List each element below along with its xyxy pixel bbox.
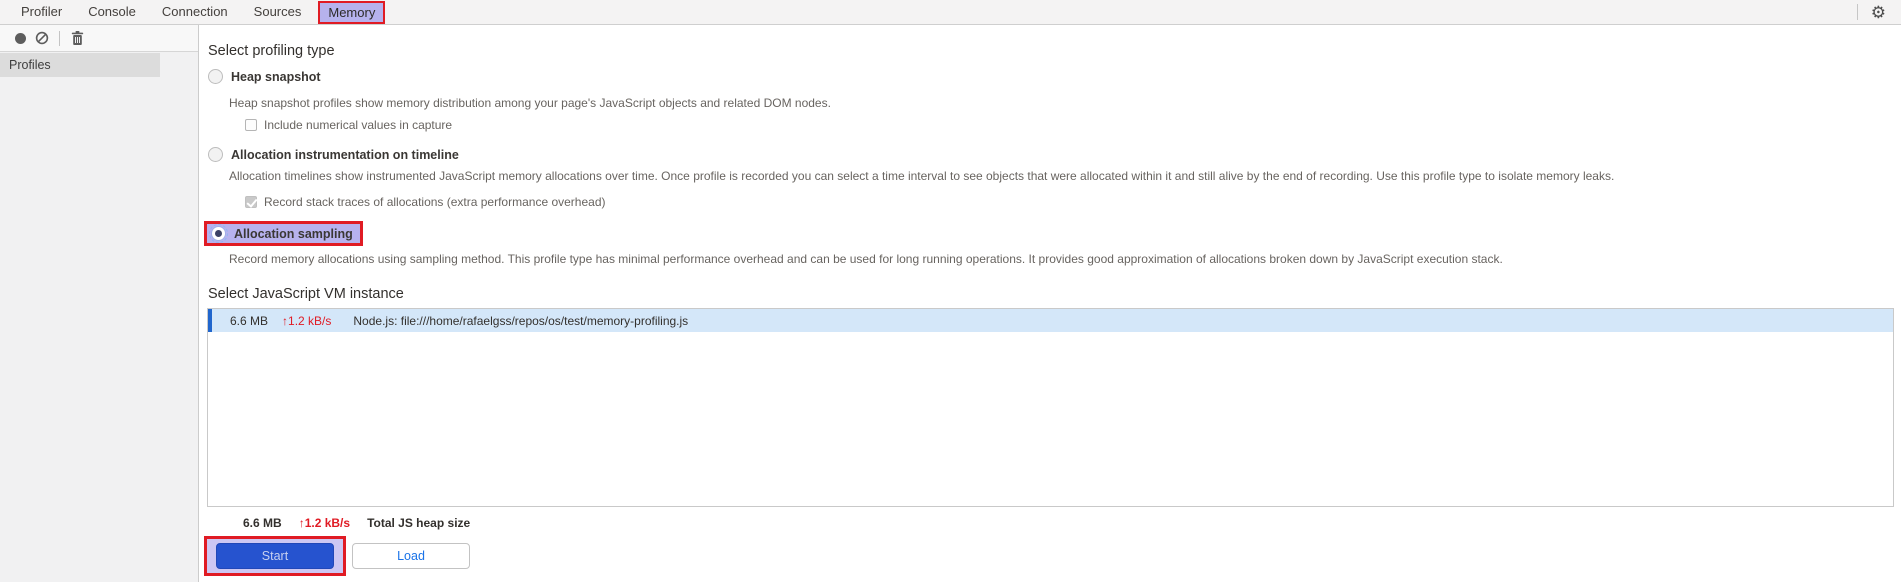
tab-bar: Profiler Console Connection Sources Memo… bbox=[0, 0, 1901, 25]
heap-summary: 6.6 MB ↑1.2 kB/s Total JS heap size bbox=[243, 516, 470, 530]
tab-profiler[interactable]: Profiler bbox=[8, 0, 75, 24]
total-allocation-rate-value: ↑1.2 kB/s bbox=[298, 516, 351, 530]
start-button-annotation: Start bbox=[204, 536, 346, 576]
profiling-type-heading: Select profiling type bbox=[208, 43, 335, 59]
radio-checked-icon[interactable] bbox=[209, 224, 228, 243]
tab-sources[interactable]: Sources bbox=[241, 0, 315, 24]
heap-snapshot-description: Heap snapshot profiles show memory distr… bbox=[229, 96, 831, 110]
toolbar-divider bbox=[1856, 4, 1858, 20]
profiles-toolbar bbox=[0, 25, 198, 52]
block-icon bbox=[35, 31, 49, 45]
heap-size-value: 6.6 MB bbox=[230, 313, 269, 328]
record-button[interactable] bbox=[9, 27, 31, 49]
toolbar-divider bbox=[59, 30, 60, 46]
vm-instance-name: Node.js: file:///home/rafaelgss/repos/os… bbox=[353, 313, 689, 328]
radio-heap-snapshot[interactable]: Heap snapshot bbox=[208, 69, 321, 84]
radio-icon[interactable] bbox=[208, 69, 223, 84]
gear-icon[interactable]: ⚙ bbox=[1871, 4, 1886, 21]
checkbox-label: Include numerical values in capture bbox=[264, 118, 453, 132]
checkbox-include-numerical-values[interactable]: Include numerical values in capture bbox=[245, 118, 452, 132]
start-button[interactable]: Start bbox=[216, 543, 334, 569]
trash-icon bbox=[71, 30, 84, 46]
checkbox-label: Record stack traces of allocations (extr… bbox=[264, 195, 606, 209]
radio-allocation-sampling[interactable]: Allocation sampling bbox=[204, 221, 363, 246]
checkbox-icon[interactable] bbox=[245, 196, 257, 208]
checkbox-icon[interactable] bbox=[245, 119, 257, 131]
sidebar-item-profiles[interactable]: Profiles bbox=[0, 53, 160, 77]
main-content: Select profiling type Heap snapshot Heap… bbox=[200, 25, 1901, 582]
delete-profiles-button[interactable] bbox=[66, 27, 88, 49]
radio-label: Allocation sampling bbox=[234, 226, 353, 241]
allocation-sampling-description: Record memory allocations using sampling… bbox=[229, 252, 1503, 266]
tabbar-right: ⚙ bbox=[1856, 4, 1901, 21]
total-heap-size-label: Total JS heap size bbox=[367, 516, 471, 530]
radio-icon[interactable] bbox=[208, 147, 223, 162]
tab-console[interactable]: Console bbox=[75, 0, 149, 24]
load-button[interactable]: Load bbox=[352, 543, 470, 569]
checkbox-record-stack-traces[interactable]: Record stack traces of allocations (extr… bbox=[245, 195, 606, 209]
vm-instance-heading: Select JavaScript VM instance bbox=[208, 286, 404, 302]
record-icon bbox=[14, 32, 26, 44]
clear-button[interactable] bbox=[31, 27, 53, 49]
vm-instance-row[interactable]: 6.6 MB ↑1.2 kB/s Node.js: file:///home/r… bbox=[208, 309, 1893, 332]
total-heap-size-value: 6.6 MB bbox=[243, 516, 282, 530]
tab-connection[interactable]: Connection bbox=[149, 0, 241, 24]
allocation-rate-value: ↑1.2 kB/s bbox=[282, 313, 332, 328]
radio-label: Allocation instrumentation on timeline bbox=[231, 147, 459, 162]
radio-allocation-instrumentation[interactable]: Allocation instrumentation on timeline bbox=[208, 147, 459, 162]
memory-panel: Profiler Console Connection Sources Memo… bbox=[0, 0, 1901, 582]
vm-instance-list: 6.6 MB ↑1.2 kB/s Node.js: file:///home/r… bbox=[207, 308, 1894, 507]
allocation-timeline-description: Allocation timelines show instrumented J… bbox=[229, 169, 1615, 183]
tab-memory[interactable]: Memory bbox=[318, 0, 386, 24]
radio-label: Heap snapshot bbox=[231, 69, 321, 84]
profiles-sidebar: Profiles bbox=[0, 25, 199, 582]
